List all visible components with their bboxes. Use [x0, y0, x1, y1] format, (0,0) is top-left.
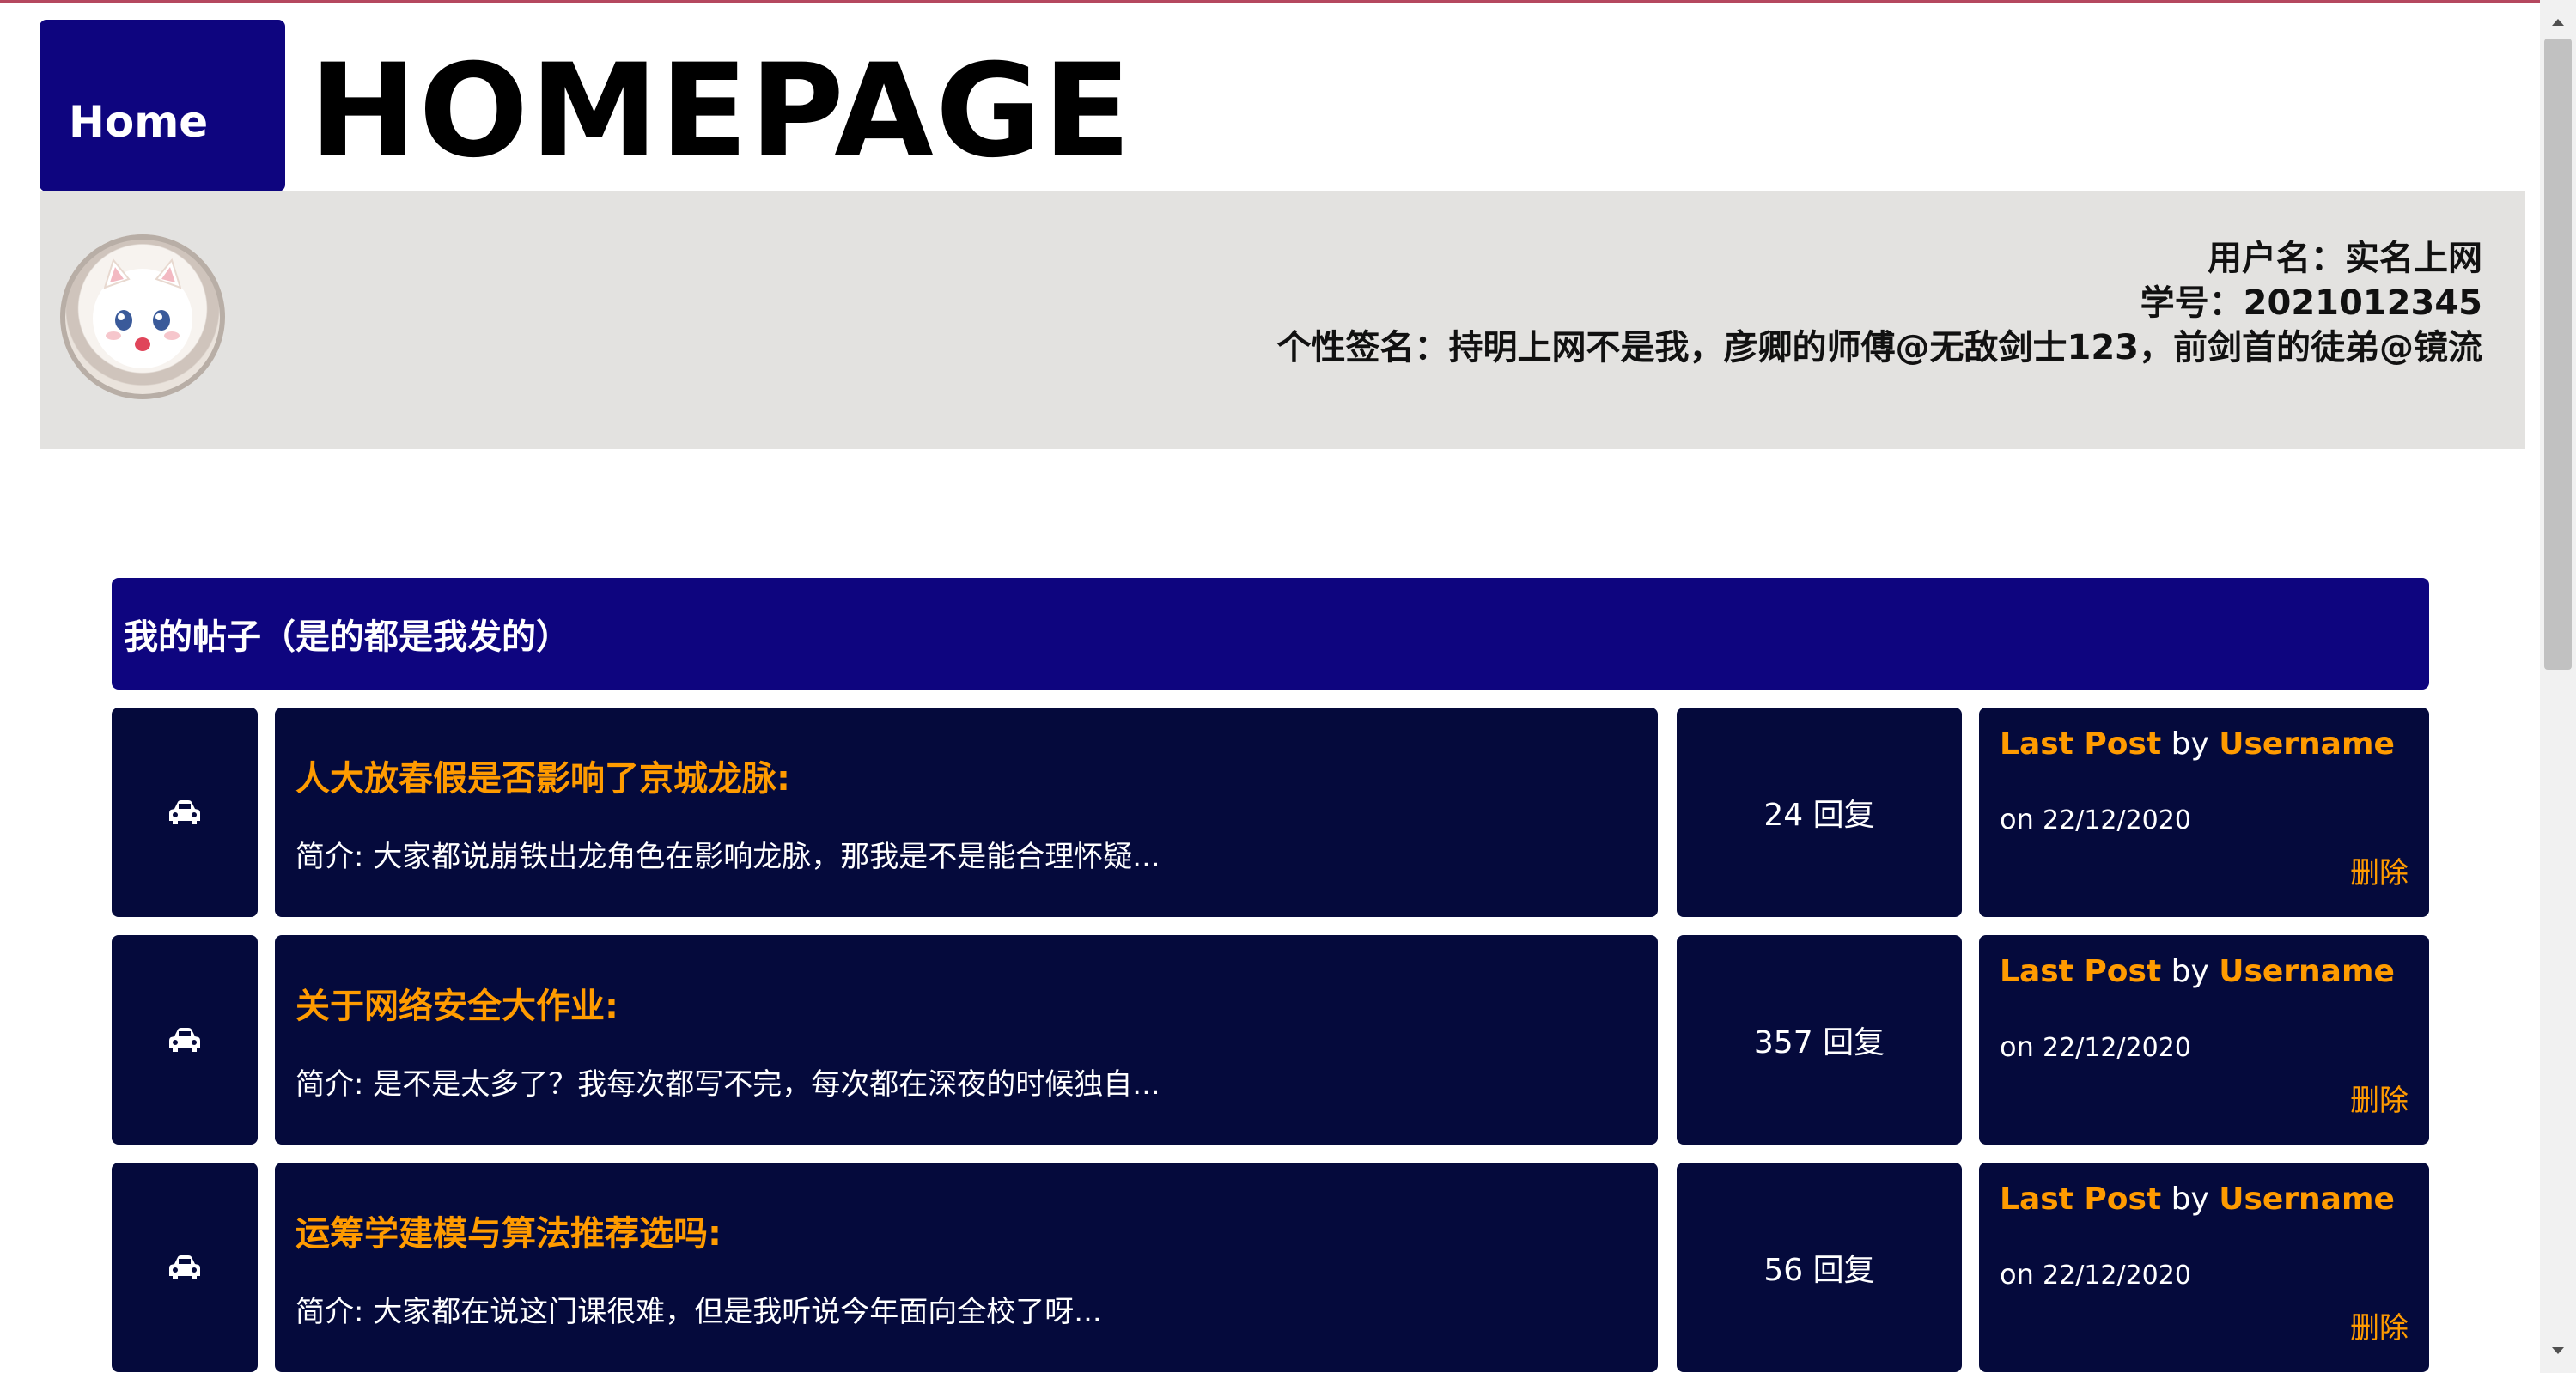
by-label: by: [2171, 726, 2209, 762]
last-post-label: Last Post: [2000, 726, 2162, 762]
last-post-label: Last Post: [2000, 1182, 2162, 1217]
post-title-link[interactable]: 人大放春假是否影响了京城龙脉:: [295, 750, 1658, 800]
post-summary: 简介: 大家都在说这门课很难，但是我听说今年面向全校了呀...: [295, 1295, 1102, 1329]
last-post-cell: Last Post by Username on 22/12/2020 删除: [1979, 935, 2429, 1145]
home-button-label: Home: [69, 97, 209, 147]
my-posts-header: 我的帖子（是的都是我发的）: [112, 578, 2429, 690]
avatar: [60, 234, 225, 399]
delete-post-button[interactable]: 删除: [2350, 1304, 2409, 1346]
username-text: 用户名：实名上网: [2208, 239, 2482, 278]
post-main-cell: 人大放春假是否影响了京城龙脉: 简介: 大家都说崩铁出龙角色在影响龙脉，那我是不…: [275, 708, 1658, 917]
profile-info: 用户名：实名上网 学号：2021012345 个性签名：持明上网不是我，彦卿的师…: [1277, 236, 2483, 370]
reply-count: 24 回复: [1763, 798, 1875, 833]
reply-count: 357 回复: [1753, 1025, 1885, 1060]
reply-count-cell: 24 回复: [1677, 708, 1962, 917]
home-button[interactable]: Home: [40, 20, 285, 191]
last-post-line: Last Post by Username: [2000, 1182, 2409, 1217]
post-main-cell: 关于网络安全大作业: 简介: 是不是太多了？我每次都写不完，每次都在深夜的时候独…: [275, 935, 1658, 1145]
scrollbar-thumb[interactable]: [2544, 39, 2572, 670]
last-post-date: 22/12/2020: [2043, 805, 2191, 835]
last-post-line: Last Post by Username: [2000, 726, 2409, 762]
post-icon-cell: [112, 1163, 258, 1372]
reply-count: 56 回复: [1763, 1253, 1875, 1288]
last-post-date: 22/12/2020: [2043, 1033, 2191, 1063]
car-icon: [169, 1028, 200, 1052]
last-post-date: 22/12/2020: [2043, 1261, 2191, 1291]
on-label: on: [2000, 1258, 2034, 1291]
last-post-username-link[interactable]: Username: [2219, 954, 2395, 989]
car-icon: [169, 800, 200, 824]
on-label: on: [2000, 1030, 2034, 1063]
last-post-date-line: on 22/12/2020: [2000, 1030, 2409, 1063]
my-posts-title: 我的帖子（是的都是我发的）: [124, 617, 570, 657]
post-row: 关于网络安全大作业: 简介: 是不是太多了？我每次都写不完，每次都在深夜的时候独…: [112, 935, 2429, 1145]
post-row: 运筹学建模与算法推荐选吗: 简介: 大家都在说这门课很难，但是我听说今年面向全校…: [112, 1163, 2429, 1372]
by-label: by: [2171, 1182, 2209, 1217]
last-post-username-link[interactable]: Username: [2219, 1182, 2395, 1217]
on-label: on: [2000, 803, 2034, 835]
scroll-up-arrow-icon[interactable]: [2540, 9, 2576, 34]
last-post-cell: Last Post by Username on 22/12/2020 删除: [1979, 708, 2429, 917]
last-post-date-line: on 22/12/2020: [2000, 803, 2409, 835]
reply-count-cell: 357 回复: [1677, 935, 1962, 1145]
delete-post-button[interactable]: 删除: [2350, 849, 2409, 891]
post-title-link[interactable]: 关于网络安全大作业:: [295, 978, 1658, 1028]
post-icon-cell: [112, 935, 258, 1145]
profile-panel: 用户名：实名上网 学号：2021012345 个性签名：持明上网不是我，彦卿的师…: [40, 191, 2525, 449]
post-icon-cell: [112, 708, 258, 917]
post-summary: 简介: 大家都说崩铁出龙角色在影响龙脉，那我是不是能合理怀疑...: [295, 840, 1160, 874]
signature-text: 个性签名：持明上网不是我，彦卿的师傅@无敌剑士123，前剑首的徒弟@镜流: [1276, 328, 2483, 368]
vertical-scrollbar[interactable]: [2540, 0, 2576, 1373]
car-icon: [169, 1255, 200, 1279]
last-post-label: Last Post: [2000, 954, 2162, 989]
last-post-line: Last Post by Username: [2000, 954, 2409, 989]
scroll-down-arrow-icon[interactable]: [2540, 1339, 2576, 1364]
post-summary: 简介: 是不是太多了？我每次都写不完，每次都在深夜的时候独自...: [295, 1067, 1160, 1102]
top-accent-line: [0, 0, 2576, 3]
post-row: 人大放春假是否影响了京城龙脉: 简介: 大家都说崩铁出龙角色在影响龙脉，那我是不…: [112, 708, 2429, 917]
last-post-cell: Last Post by Username on 22/12/2020 删除: [1979, 1163, 2429, 1372]
last-post-username-link[interactable]: Username: [2219, 726, 2395, 762]
cat-avatar-icon: [93, 258, 192, 368]
site-title: HOMEPAGE: [309, 37, 1133, 186]
post-main-cell: 运筹学建模与算法推荐选吗: 简介: 大家都在说这门课很难，但是我听说今年面向全校…: [275, 1163, 1658, 1372]
post-title-link[interactable]: 运筹学建模与算法推荐选吗:: [295, 1206, 1658, 1255]
by-label: by: [2171, 954, 2209, 989]
last-post-date-line: on 22/12/2020: [2000, 1258, 2409, 1291]
student-id-text: 学号：2021012345: [2140, 283, 2482, 323]
reply-count-cell: 56 回复: [1677, 1163, 1962, 1372]
delete-post-button[interactable]: 删除: [2350, 1077, 2409, 1119]
